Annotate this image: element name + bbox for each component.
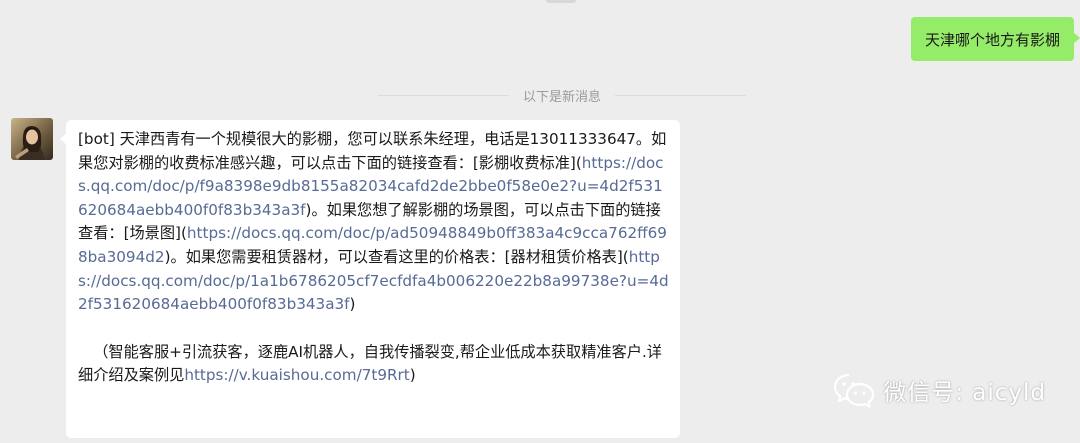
bot-avatar[interactable] — [11, 118, 53, 160]
bot-tag: [bot] — [78, 130, 115, 148]
user-message-text: 天津哪个地方有影棚 — [924, 30, 1060, 49]
new-messages-label: 以下是新消息 — [523, 89, 602, 105]
wechat-watermark: 微信号: aicyld — [833, 372, 1046, 408]
promo-link[interactable]: https://v.kuaishou.com/7t9Rrt — [184, 366, 409, 384]
user-message-bubble[interactable]: 天津哪个地方有影棚 — [910, 17, 1080, 61]
divider-line-right — [615, 94, 747, 96]
bot-text-part-4: ) — [349, 295, 356, 314]
bot-message-bubble[interactable]: [bot] 天津西青有一个规模很大的影棚，您可以联系朱经理，电话是1301133… — [60, 120, 680, 438]
new-messages-divider: 以下是新消息 — [378, 85, 747, 105]
bot-text-part-3: )。如果您需要租赁器材，可以查看这里的价格表：[器材租赁价格表]( — [164, 247, 629, 266]
promo-text-end: ) — [409, 366, 416, 385]
promo-paragraph: （智能客服+引流获客，逐鹿AI机器人，自我传播裂变,帮企业低成本获取精准客户.详… — [78, 341, 670, 388]
wechat-icon — [834, 373, 875, 408]
bot-text-part-1: 天津西青有一个规模很大的影棚，您可以联系朱经理，电话是13011333647。如… — [78, 130, 667, 172]
avatar-portrait-icon — [11, 118, 53, 160]
bot-message-body: [bot] 天津西青有一个规模很大的影棚，您可以联系朱经理，电话是1301133… — [78, 128, 670, 317]
watermark-text: 微信号: aicyld — [883, 380, 1046, 406]
divider-line-left — [378, 94, 509, 96]
top-cutoff-element — [546, 0, 576, 3]
